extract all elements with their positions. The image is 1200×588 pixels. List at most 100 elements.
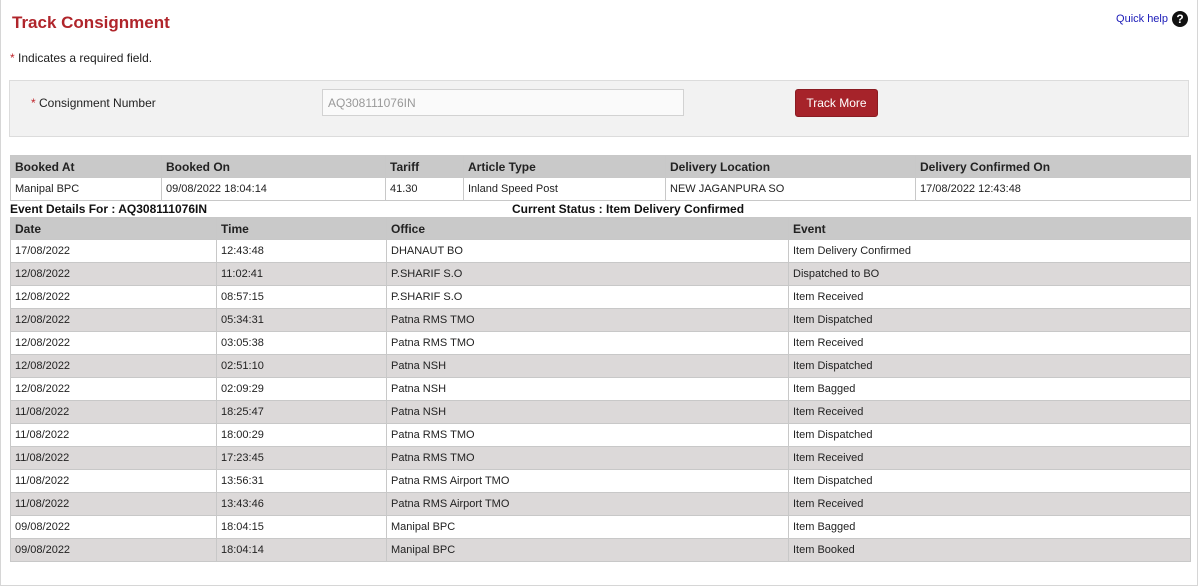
header-date: Date	[10, 217, 217, 240]
event-office: Patna RMS Airport TMO	[386, 469, 789, 493]
event-name: Item Received	[788, 446, 1191, 470]
event-name: Item Bagged	[788, 377, 1191, 401]
event-office: Patna RMS Airport TMO	[386, 492, 789, 516]
consignment-label: * Consignment Number	[31, 96, 156, 110]
event-time: 08:57:15	[216, 285, 387, 309]
track-more-button[interactable]: Track More	[795, 89, 878, 117]
header-booked-on: Booked On	[161, 155, 386, 178]
event-date: 12/08/2022	[10, 331, 217, 355]
event-date: 09/08/2022	[10, 538, 217, 562]
event-date: 12/08/2022	[10, 262, 217, 286]
delivery-confirmed-on-value: 17/08/2022 12:43:48	[915, 177, 1191, 201]
required-note-text: Indicates a required field.	[18, 51, 153, 65]
event-time: 17:23:45	[216, 446, 387, 470]
table-row: 12/08/2022 03:05:38 Patna RMS TMO Item Rece…	[10, 331, 1191, 355]
event-office: Patna RMS TMO	[386, 423, 789, 447]
table-row: 12/08/2022 05:34:31 Patna RMS TMO Item Disp…	[10, 308, 1191, 332]
event-office: DHANAUT BO	[386, 239, 789, 263]
header-time: Time	[216, 217, 387, 240]
event-office: Patna NSH	[386, 354, 789, 378]
quick-help-link[interactable]: Quick help	[1116, 13, 1168, 25]
event-name: Item Dispatched	[788, 423, 1191, 447]
consignment-number-input[interactable]	[322, 89, 684, 116]
delivery-location-value: NEW JAGANPURA SO	[665, 177, 916, 201]
event-time: 02:09:29	[216, 377, 387, 401]
header-tariff: Tariff	[385, 155, 464, 178]
event-office: Patna RMS TMO	[386, 308, 789, 332]
required-field-note: * Indicates a required field.	[10, 51, 152, 65]
event-time: 05:34:31	[216, 308, 387, 332]
table-row: 11/08/2022 17:23:45 Patna RMS TMO Item Rece…	[10, 446, 1191, 470]
event-date: 09/08/2022	[10, 515, 217, 539]
event-date: 17/08/2022	[10, 239, 217, 263]
table-row: 12/08/2022 08:57:15 P.SHARIF S.O Item Recei…	[10, 285, 1191, 309]
table-row: 09/08/2022 18:04:15 Manipal BPC Item Bagged	[10, 515, 1191, 539]
booked-at-value: Manipal BPC	[10, 177, 162, 201]
event-office: Patna RMS TMO	[386, 446, 789, 470]
booking-summary-table: Booked At Booked On Tariff Article Type …	[10, 155, 1191, 201]
booking-header-row: Booked At Booked On Tariff Article Type …	[10, 155, 1191, 178]
event-date: 11/08/2022	[10, 469, 217, 493]
tariff-value: 41.30	[385, 177, 464, 201]
quick-help[interactable]: Quick help ?	[1116, 11, 1188, 27]
table-row: 11/08/2022 13:56:31 Patna RMS Airport TMO I…	[10, 469, 1191, 493]
page-title: Track Consignment	[12, 13, 170, 32]
consignment-label-text: Consignment Number	[39, 96, 156, 110]
table-row: 11/08/2022 13:43:46 Patna RMS Airport TMO I…	[10, 492, 1191, 516]
event-office: Manipal BPC	[386, 538, 789, 562]
event-office: Patna NSH	[386, 400, 789, 424]
event-office: Patna NSH	[386, 377, 789, 401]
event-date: 12/08/2022	[10, 377, 217, 401]
current-status-label: Current Status : Item Delivery Confirmed	[512, 202, 745, 216]
table-row: 17/08/2022 12:43:48 DHANAUT BO Item Deliver…	[10, 239, 1191, 263]
event-date: 11/08/2022	[10, 400, 217, 424]
event-name: Item Received	[788, 492, 1191, 516]
question-circle-icon[interactable]: ?	[1172, 11, 1188, 27]
event-name: Item Received	[788, 285, 1191, 309]
event-details-heading: Event Details For : AQ308111076IN Curren…	[10, 202, 1190, 216]
event-date: 12/08/2022	[10, 354, 217, 378]
event-time: 02:51:10	[216, 354, 387, 378]
event-time: 12:43:48	[216, 239, 387, 263]
event-name: Item Delivery Confirmed	[788, 239, 1191, 263]
table-row: 12/08/2022 02:09:29 Patna NSH Item Bagged	[10, 377, 1191, 401]
event-header-row: Date Time Office Event	[10, 217, 1191, 240]
event-name: Item Received	[788, 400, 1191, 424]
event-rows: 17/08/2022 12:43:48 DHANAUT BO Item Deliver…	[10, 239, 1191, 562]
event-name: Item Dispatched	[788, 469, 1191, 493]
header-event: Event	[788, 217, 1191, 240]
table-row: 11/08/2022 18:25:47 Patna NSH Item Received	[10, 400, 1191, 424]
event-table: Date Time Office Event 17/08/2022 12:43:4…	[10, 217, 1191, 562]
event-name: Item Bagged	[788, 515, 1191, 539]
event-time: 13:43:46	[216, 492, 387, 516]
event-time: 13:56:31	[216, 469, 387, 493]
table-row: 12/08/2022 11:02:41 P.SHARIF S.O Dispatched…	[10, 262, 1191, 286]
table-row: 12/08/2022 02:51:10 Patna NSH Item Dispatch…	[10, 354, 1191, 378]
event-office: Patna RMS TMO	[386, 331, 789, 355]
header-article-type: Article Type	[463, 155, 666, 178]
event-name: Item Dispatched	[788, 354, 1191, 378]
required-marker: *	[31, 96, 36, 110]
event-time: 11:02:41	[216, 262, 387, 286]
tracking-form: * Consignment Number Track More	[9, 80, 1189, 137]
event-time: 18:04:15	[216, 515, 387, 539]
event-name: Item Dispatched	[788, 308, 1191, 332]
article-type-value: Inland Speed Post	[463, 177, 666, 201]
event-name: Item Booked	[788, 538, 1191, 562]
event-office: Manipal BPC	[386, 515, 789, 539]
table-row: 11/08/2022 18:00:29 Patna RMS TMO Item Disp…	[10, 423, 1191, 447]
event-time: 18:00:29	[216, 423, 387, 447]
event-date: 12/08/2022	[10, 285, 217, 309]
event-time: 03:05:38	[216, 331, 387, 355]
table-row: 09/08/2022 18:04:14 Manipal BPC Item Booked	[10, 538, 1191, 562]
required-marker: *	[10, 51, 15, 65]
event-office: P.SHARIF S.O	[386, 285, 789, 309]
event-date: 11/08/2022	[10, 423, 217, 447]
booked-on-value: 09/08/2022 18:04:14	[161, 177, 386, 201]
event-name: Dispatched to BO	[788, 262, 1191, 286]
header-booked-at: Booked At	[10, 155, 162, 178]
event-office: P.SHARIF S.O	[386, 262, 789, 286]
event-name: Item Received	[788, 331, 1191, 355]
header-office: Office	[386, 217, 789, 240]
event-time: 18:25:47	[216, 400, 387, 424]
